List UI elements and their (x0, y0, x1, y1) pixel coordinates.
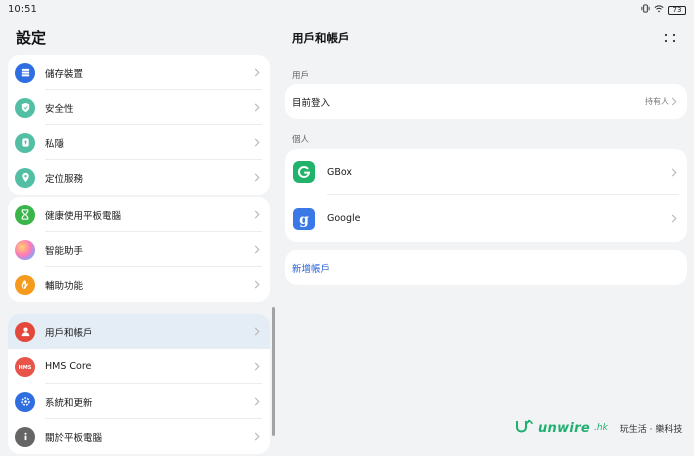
section-label-personal: 個人 (292, 135, 310, 145)
chevron-right-icon (669, 167, 679, 177)
settings-item-location[interactable]: 定位服務 (8, 160, 270, 195)
settings-item-label: 系統和更新 (45, 397, 93, 409)
chevron-right-icon (252, 103, 262, 113)
account-label: GBox (327, 166, 353, 178)
system-update-icon (15, 391, 35, 412)
add-account-card: 新增帳戶 (285, 250, 687, 285)
settings-item-label: 私隱 (45, 138, 65, 150)
assistant-icon (15, 239, 35, 260)
settings-item-digital-balance[interactable]: 健康使用平板電腦 (8, 197, 270, 232)
watermark-tld: .hk (594, 423, 608, 433)
more-options-icon[interactable] (662, 30, 678, 46)
personal-accounts-card: GBox g Google (285, 149, 687, 242)
add-account-button[interactable]: 新增帳戶 (285, 250, 687, 285)
settings-item-label: 安全性 (45, 103, 74, 115)
chevron-right-icon (252, 432, 262, 442)
watermark-brand: unwire (538, 420, 591, 436)
location-icon (15, 167, 35, 188)
account-item-google[interactable]: g Google (285, 195, 687, 242)
current-login-row[interactable]: 目前登入 持有人 (285, 84, 687, 119)
settings-item-assistant[interactable]: 智能助手 (8, 232, 270, 267)
unwire-logo-icon (514, 418, 534, 438)
settings-item-storage[interactable]: 儲存裝置 (8, 55, 270, 90)
settings-item-label: 定位服務 (45, 173, 84, 185)
chevron-right-icon (252, 173, 262, 183)
settings-group-2: 健康使用平板電腦 智能助手 輔助功能 (8, 197, 270, 302)
current-login-label: 目前登入 (292, 97, 331, 109)
chevron-right-icon (252, 138, 262, 148)
settings-item-accessibility[interactable]: 輔助功能 (8, 267, 270, 302)
settings-group-1: 儲存裝置 安全性 私隱 定位服務 (8, 55, 270, 195)
google-icon: g (293, 207, 315, 230)
wifi-icon (654, 4, 664, 16)
account-item-gbox[interactable]: GBox (285, 149, 687, 195)
account-label: Google (327, 213, 361, 224)
privacy-icon (15, 132, 35, 153)
chevron-right-icon (252, 327, 262, 337)
chevron-right-icon (252, 245, 262, 255)
page-title: 用戶和帳戶 (292, 31, 350, 45)
section-label-user: 用戶 (292, 71, 310, 81)
chevron-right-icon (252, 362, 262, 372)
settings-item-label: 用戶和帳戶 (45, 327, 93, 339)
settings-item-label: 健康使用平板電腦 (45, 210, 122, 222)
settings-item-privacy[interactable]: 私隱 (8, 125, 270, 160)
shield-icon (15, 97, 35, 118)
settings-item-users-accounts[interactable]: 用戶和帳戶 (8, 314, 270, 349)
settings-item-label: 輔助功能 (45, 280, 84, 292)
hms-icon: HMS (15, 356, 35, 377)
settings-item-label: 儲存裝置 (45, 68, 84, 80)
svg-text:g: g (299, 212, 309, 227)
svg-text:HMS: HMS (19, 365, 32, 371)
battery-icon: 73 (668, 5, 686, 15)
chevron-right-icon (669, 214, 679, 224)
settings-item-about-tablet[interactable]: 關於平板電腦 (8, 419, 270, 454)
settings-item-label: 關於平板電腦 (45, 432, 103, 444)
chevron-right-icon (252, 210, 262, 220)
settings-item-label: HMS Core (45, 361, 92, 372)
watermark-slogan: 玩生活 ‧ 樂科技 (619, 424, 683, 435)
settings-scrollbar[interactable] (272, 307, 275, 436)
settings-item-label: 智能助手 (45, 245, 84, 257)
vibrate-icon (641, 4, 650, 16)
info-icon (15, 426, 35, 447)
chevron-right-icon (252, 68, 262, 78)
storage-icon (15, 62, 35, 83)
current-login-card: 目前登入 持有人 (285, 84, 687, 119)
hourglass-icon (15, 204, 35, 225)
status-time: 10:51 (8, 4, 37, 15)
add-account-label: 新增帳戶 (292, 263, 331, 275)
status-icons: 73 (641, 4, 686, 16)
current-login-value: 持有人 (645, 97, 669, 106)
hand-icon (15, 274, 35, 295)
chevron-right-icon (252, 397, 262, 407)
status-bar: 10:51 73 (0, 0, 694, 20)
settings-title: 設定 (16, 29, 47, 47)
settings-item-system-update[interactable]: 系統和更新 (8, 384, 270, 419)
user-icon (15, 321, 35, 342)
chevron-right-icon (252, 280, 262, 290)
watermark: unwire .hk 玩生活 ‧ 樂科技 (514, 418, 682, 438)
gbox-icon (293, 161, 315, 183)
settings-item-security[interactable]: 安全性 (8, 90, 270, 125)
settings-group-3: 用戶和帳戶 HMS HMS Core 系統和更新 關於平板電腦 (8, 314, 270, 454)
settings-item-hms-core[interactable]: HMS HMS Core (8, 349, 270, 384)
chevron-right-icon (669, 97, 679, 107)
